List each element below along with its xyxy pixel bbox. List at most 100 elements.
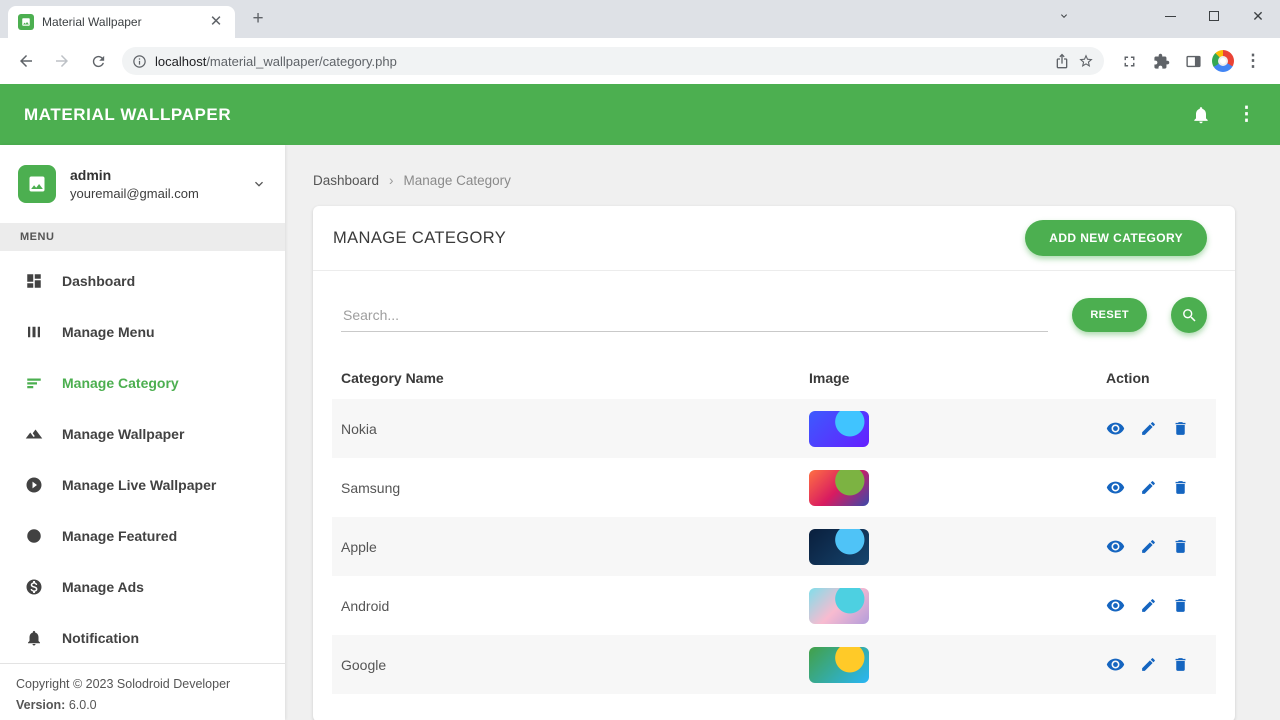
url-path: /material_wallpaper/category.php: [206, 53, 397, 69]
view-eye-icon[interactable]: [1106, 537, 1125, 556]
menu-section-label: MENU: [0, 223, 285, 251]
category-name: Apple: [341, 538, 377, 555]
edit-pencil-icon[interactable]: [1140, 420, 1157, 437]
delete-trash-icon[interactable]: [1172, 656, 1189, 673]
category-name: Android: [341, 597, 390, 614]
app-title: MATERIAL WALLPAPER: [24, 104, 232, 124]
back-button[interactable]: [12, 47, 40, 75]
sidebar-item-label: Manage Live Wallpaper: [62, 476, 217, 493]
url-domain: localhost: [155, 53, 207, 69]
category-name: Nokia: [341, 420, 377, 437]
chevron-down-icon[interactable]: [251, 176, 267, 192]
search-button[interactable]: [1171, 297, 1207, 333]
view-eye-icon[interactable]: [1106, 596, 1125, 615]
app-header: MATERIAL WALLPAPER ⋮: [0, 84, 1280, 145]
col-header-image: Image: [809, 370, 850, 386]
sidebar-item-label: Manage Featured: [62, 527, 178, 544]
profile-avatar-icon[interactable]: [1212, 50, 1234, 72]
category-thumbnail: [809, 587, 869, 624]
tab-title: Material Wallpaper: [42, 15, 142, 29]
tab-favicon-icon: [18, 14, 34, 30]
url-text[interactable]: localhost/material_wallpaper/category.ph…: [155, 54, 1046, 69]
reload-button[interactable]: [84, 47, 112, 75]
breadcrumb-dashboard[interactable]: Dashboard: [313, 173, 379, 188]
bookmark-star-icon[interactable]: [1078, 53, 1094, 69]
app-menu-kebab-icon[interactable]: ⋮: [1237, 103, 1256, 126]
category-thumbnail: [809, 469, 869, 506]
category-thumbnail: [809, 646, 869, 683]
search-input[interactable]: [341, 298, 1049, 332]
browser-toolbar: localhost/material_wallpaper/category.ph…: [0, 38, 1280, 84]
sidebar-item-label: Manage Ads: [62, 578, 144, 595]
site-info-icon[interactable]: [132, 54, 147, 69]
view-eye-icon[interactable]: [1106, 655, 1125, 674]
row-actions: [1106, 419, 1207, 438]
notification-bell-icon[interactable]: [1191, 105, 1211, 125]
sidebar-item-manage-ads[interactable]: Manage Ads: [0, 561, 285, 612]
delete-trash-icon[interactable]: [1172, 479, 1189, 496]
table-row: Google: [332, 635, 1216, 694]
tab-close-icon[interactable]: ✕: [207, 13, 225, 31]
delete-trash-icon[interactable]: [1172, 420, 1189, 437]
table-row: Apple: [332, 517, 1216, 576]
window-maximize-button[interactable]: [1192, 0, 1236, 32]
table-header-row: Category Name Image Action: [332, 357, 1216, 399]
category-thumbnail: [809, 528, 869, 565]
extensions-puzzle-icon[interactable]: [1148, 48, 1174, 74]
category-name: Google: [341, 656, 387, 673]
fullscreen-icon[interactable]: [1116, 48, 1142, 74]
breadcrumb-current: Manage Category: [403, 173, 511, 188]
window-minimize-button[interactable]: [1148, 0, 1192, 32]
address-bar[interactable]: localhost/material_wallpaper/category.ph…: [122, 47, 1104, 75]
category-name: Samsung: [341, 479, 401, 496]
edit-pencil-icon[interactable]: [1140, 479, 1157, 496]
forward-button[interactable]: [48, 47, 76, 75]
delete-trash-icon[interactable]: [1172, 538, 1189, 555]
sidebar-item-notification[interactable]: Notification: [0, 612, 285, 663]
col-header-category-name: Category Name: [341, 370, 444, 386]
view-eye-icon[interactable]: [1106, 478, 1125, 497]
dashboard-icon: [24, 271, 44, 291]
breadcrumb: Dashboard › Manage Category: [313, 173, 1235, 188]
row-actions: [1106, 478, 1207, 497]
browser-menu-kebab-icon[interactable]: ⋮: [1240, 48, 1266, 74]
row-actions: [1106, 596, 1207, 615]
row-actions: [1106, 655, 1207, 674]
bell-icon: [24, 628, 44, 648]
sidebar-item-label: Dashboard: [62, 272, 136, 289]
sidebar-item-manage-featured[interactable]: Manage Featured: [0, 510, 285, 561]
share-icon[interactable]: [1054, 53, 1070, 69]
main-content: Dashboard › Manage Category MANAGE CATEG…: [285, 145, 1280, 720]
sidebar-item-label: Manage Menu: [62, 323, 155, 340]
sidebar-item-label: Manage Category: [62, 374, 179, 391]
reset-button[interactable]: RESET: [1072, 298, 1147, 332]
sidebar-footer: Copyright © 2023 Solodroid Developer Ver…: [0, 663, 285, 720]
edit-pencil-icon[interactable]: [1140, 656, 1157, 673]
search-icon: [1182, 308, 1196, 322]
browser-tab[interactable]: Material Wallpaper ✕: [8, 6, 235, 38]
window-close-button[interactable]: ✕: [1236, 0, 1280, 32]
profile-avatar: [18, 165, 56, 203]
side-panel-icon[interactable]: [1180, 48, 1206, 74]
new-tab-button[interactable]: +: [245, 6, 271, 32]
profile-block[interactable]: admin youremail@gmail.com: [0, 145, 285, 223]
copyright-text: Copyright © 2023 Solodroid Developer: [16, 677, 231, 691]
sidebar-item-manage-category[interactable]: Manage Category: [0, 357, 285, 408]
sidebar-item-label: Manage Wallpaper: [62, 425, 185, 442]
browser-tab-strip: Material Wallpaper ✕ + ✕: [0, 0, 1280, 38]
sidebar-item-manage-menu[interactable]: Manage Menu: [0, 306, 285, 357]
add-new-category-button[interactable]: ADD NEW CATEGORY: [1025, 220, 1207, 256]
manage-category-card: MANAGE CATEGORY ADD NEW CATEGORY RESET C…: [313, 206, 1235, 720]
play-circle-icon: [24, 475, 44, 495]
profile-email: youremail@gmail.com: [70, 186, 199, 201]
sidebar-item-label: Notification: [62, 629, 139, 646]
sidebar-item-manage-live-wallpaper[interactable]: Manage Live Wallpaper: [0, 459, 285, 510]
edit-pencil-icon[interactable]: [1140, 597, 1157, 614]
view-eye-icon[interactable]: [1106, 419, 1125, 438]
delete-trash-icon[interactable]: [1172, 597, 1189, 614]
sidebar-item-manage-wallpaper[interactable]: Manage Wallpaper: [0, 408, 285, 459]
sidebar-item-dashboard[interactable]: Dashboard: [0, 255, 285, 306]
edit-pencil-icon[interactable]: [1140, 538, 1157, 555]
page-title: MANAGE CATEGORY: [333, 228, 507, 247]
tab-search-chevron-icon[interactable]: [1042, 0, 1086, 32]
